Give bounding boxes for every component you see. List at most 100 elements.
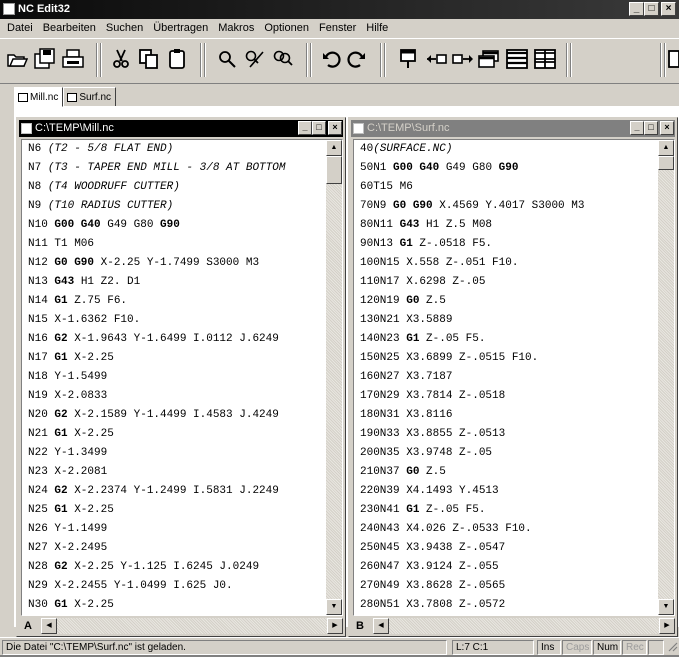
code-line[interactable]: N7 (T3 - TAPER END MILL - 3/8 AT BOTTOM (22, 159, 285, 178)
scroll-left-button[interactable]: ◀ (41, 618, 57, 634)
code-line[interactable]: 170N29 X3.7814 Z-.0518 (354, 387, 584, 406)
mdi-title-bar[interactable]: C:\TEMP\Surf.nc _ □ × (351, 120, 675, 137)
open-icon[interactable] (6, 45, 28, 73)
code-line[interactable]: N27 X-2.2495 (22, 539, 285, 558)
cascade-icon[interactable] (478, 45, 500, 73)
code-line[interactable]: 140N23 G1 Z-.05 F5. (354, 330, 584, 349)
scroll-up-button[interactable]: ▲ (326, 140, 342, 156)
code-line[interactable]: 130N21 X3.5889 (354, 311, 584, 330)
close-button[interactable]: × (661, 2, 676, 16)
code-line[interactable]: 280N51 X3.7808 Z-.0572 (354, 596, 584, 615)
code-line[interactable]: N26 Y-1.1499 (22, 520, 285, 539)
vertical-scrollbar[interactable]: ▲ ▼ (658, 140, 674, 615)
code-line[interactable]: 290N53 X3.6917 Z-.0564 (354, 615, 584, 616)
copy-icon[interactable] (138, 45, 160, 73)
code-line[interactable]: 250N45 X3.9438 Z-.0547 (354, 539, 584, 558)
mdi-minimize-button[interactable]: _ (630, 121, 644, 135)
code-line[interactable]: N10 G00 G40 G49 G80 G90 (22, 216, 285, 235)
code-line[interactable]: N15 X-1.6362 F10. (22, 311, 285, 330)
tile-vertical-icon[interactable] (534, 45, 556, 73)
scroll-down-button[interactable]: ▼ (658, 599, 674, 615)
menu-datei[interactable]: Datei (2, 19, 38, 38)
code-line[interactable]: 100N15 X.558 Z-.051 F10. (354, 254, 584, 273)
code-line[interactable]: 200N35 X3.9748 Z-.05 (354, 444, 584, 463)
scroll-down-button[interactable]: ▼ (326, 599, 342, 615)
menu-makros[interactable]: Makros (213, 19, 259, 38)
mdi-minimize-button[interactable]: _ (298, 121, 312, 135)
menu-bearbeiten[interactable]: Bearbeiten (38, 19, 101, 38)
code-line[interactable]: N31 Y-.9499 (22, 615, 285, 616)
tab-mill-nc[interactable]: Mill.nc (14, 87, 64, 107)
code-line[interactable]: 40(SURFACE.NC) (354, 140, 584, 159)
code-line[interactable]: N18 Y-1.5499 (22, 368, 285, 387)
code-line[interactable]: N28 G2 X-2.25 Y-1.125 I.6245 J.0249 (22, 558, 285, 577)
code-line[interactable]: 210N37 G0 Z.5 (354, 463, 584, 482)
tab-surf-nc[interactable]: Surf.nc (63, 87, 117, 107)
code-editor-mill[interactable]: N6 (T2 - 5/8 FLAT END) N7 (T3 - TAPER END… (21, 139, 343, 616)
mdi-close-button[interactable]: × (660, 121, 674, 135)
tile-horizontal-icon[interactable] (506, 45, 528, 73)
code-line[interactable]: N29 X-2.2455 Y-1.0499 I.625 J0. (22, 577, 285, 596)
code-line[interactable]: N23 X-2.2081 (22, 463, 285, 482)
code-line[interactable]: N16 G2 X-1.9643 Y-1.6499 I.0112 J.6249 (22, 330, 285, 349)
code-line[interactable]: 260N47 X3.9124 Z-.055 (354, 558, 584, 577)
scroll-thumb[interactable] (658, 156, 674, 170)
code-line[interactable]: N17 G1 X-2.25 (22, 349, 285, 368)
mdi-title-bar[interactable]: C:\TEMP\Mill.nc _ □ × (19, 120, 343, 137)
code-line[interactable]: 50N1 G00 G40 G49 G80 G90 (354, 159, 584, 178)
code-line[interactable]: 160N27 X3.7187 (354, 368, 584, 387)
cut-icon[interactable] (110, 45, 132, 73)
code-line[interactable]: 240N43 X4.026 Z-.0533 F10. (354, 520, 584, 539)
code-line[interactable]: N22 Y-1.3499 (22, 444, 285, 463)
menu-uebertragen[interactable]: Übertragen (148, 19, 213, 38)
horizontal-scrollbar[interactable]: ◀ ▶ (373, 618, 675, 634)
scroll-thumb[interactable] (326, 156, 342, 184)
search-next-icon[interactable] (272, 45, 294, 73)
code-line[interactable]: 190N33 X3.8855 Z-.0513 (354, 425, 584, 444)
print-icon[interactable] (62, 45, 84, 73)
code-editor-surf[interactable]: 40(SURFACE.NC) 50N1 G00 G40 G49 G80 G90 60… (353, 139, 675, 616)
mdi-close-button[interactable]: × (328, 121, 342, 135)
arrow-left-icon[interactable] (426, 45, 448, 73)
code-line[interactable]: 270N49 X3.8628 Z-.0565 (354, 577, 584, 596)
code-line[interactable]: N8 (T4 WOODRUFF CUTTER) (22, 178, 285, 197)
code-line[interactable]: N24 G2 X-2.2374 Y-1.2499 I.5831 J.2249 (22, 482, 285, 501)
scroll-up-button[interactable]: ▲ (658, 140, 674, 156)
code-line[interactable]: 110N17 X.6298 Z-.05 (354, 273, 584, 292)
code-line[interactable]: 70N9 G0 G90 X.4569 Y.4017 S3000 M3 (354, 197, 584, 216)
code-line[interactable]: 220N39 X4.1493 Y.4513 (354, 482, 584, 501)
menu-hilfe[interactable]: Hilfe (361, 19, 393, 38)
title-bar[interactable]: NC Edit32 _ □ × (0, 0, 679, 19)
code-line[interactable]: 90N13 G1 Z-.0518 F5. (354, 235, 584, 254)
mdi-maximize-button[interactable]: □ (312, 121, 326, 135)
code-line[interactable]: N21 G1 X-2.25 (22, 425, 285, 444)
new-window-icon[interactable] (398, 45, 420, 73)
code-line[interactable]: 230N41 G1 Z-.05 F5. (354, 501, 584, 520)
horizontal-scrollbar[interactable]: ◀ ▶ (41, 618, 343, 634)
code-line[interactable]: 150N25 X3.6899 Z-.0515 F10. (354, 349, 584, 368)
maximize-button[interactable]: □ (644, 2, 659, 16)
menu-optionen[interactable]: Optionen (259, 19, 314, 38)
code-line[interactable]: 120N19 G0 Z.5 (354, 292, 584, 311)
save-all-icon[interactable] (34, 45, 56, 73)
scroll-right-button[interactable]: ▶ (659, 618, 675, 634)
code-line[interactable]: N14 G1 Z.75 F6. (22, 292, 285, 311)
help-icon[interactable] (667, 45, 679, 73)
minimize-button[interactable]: _ (629, 2, 644, 16)
app-icon[interactable] (3, 3, 15, 15)
code-line[interactable]: N30 G1 X-2.25 (22, 596, 285, 615)
code-line[interactable]: N11 T1 M06 (22, 235, 285, 254)
mdi-window-surf[interactable]: C:\TEMP\Surf.nc _ □ × 40(SURFACE.NC) 50N1… (348, 117, 678, 637)
paste-icon[interactable] (166, 45, 188, 73)
replace-icon[interactable] (244, 45, 266, 73)
code-line[interactable]: N12 G0 G90 X-2.25 Y-1.7499 S3000 M3 (22, 254, 285, 273)
code-line[interactable]: N19 X-2.0833 (22, 387, 285, 406)
search-icon[interactable] (216, 45, 238, 73)
mdi-window-mill[interactable]: C:\TEMP\Mill.nc _ □ × N6 (T2 - 5/8 FLAT … (16, 117, 346, 637)
arrow-right-icon[interactable] (452, 45, 474, 73)
code-line[interactable]: 80N11 G43 H1 Z.5 M08 (354, 216, 584, 235)
code-line[interactable]: N6 (T2 - 5/8 FLAT END) (22, 140, 285, 159)
code-line[interactable]: 60T15 M6 (354, 178, 584, 197)
vertical-scrollbar[interactable]: ▲ ▼ (326, 140, 342, 615)
code-line[interactable]: N13 G43 H1 Z2. D1 (22, 273, 285, 292)
